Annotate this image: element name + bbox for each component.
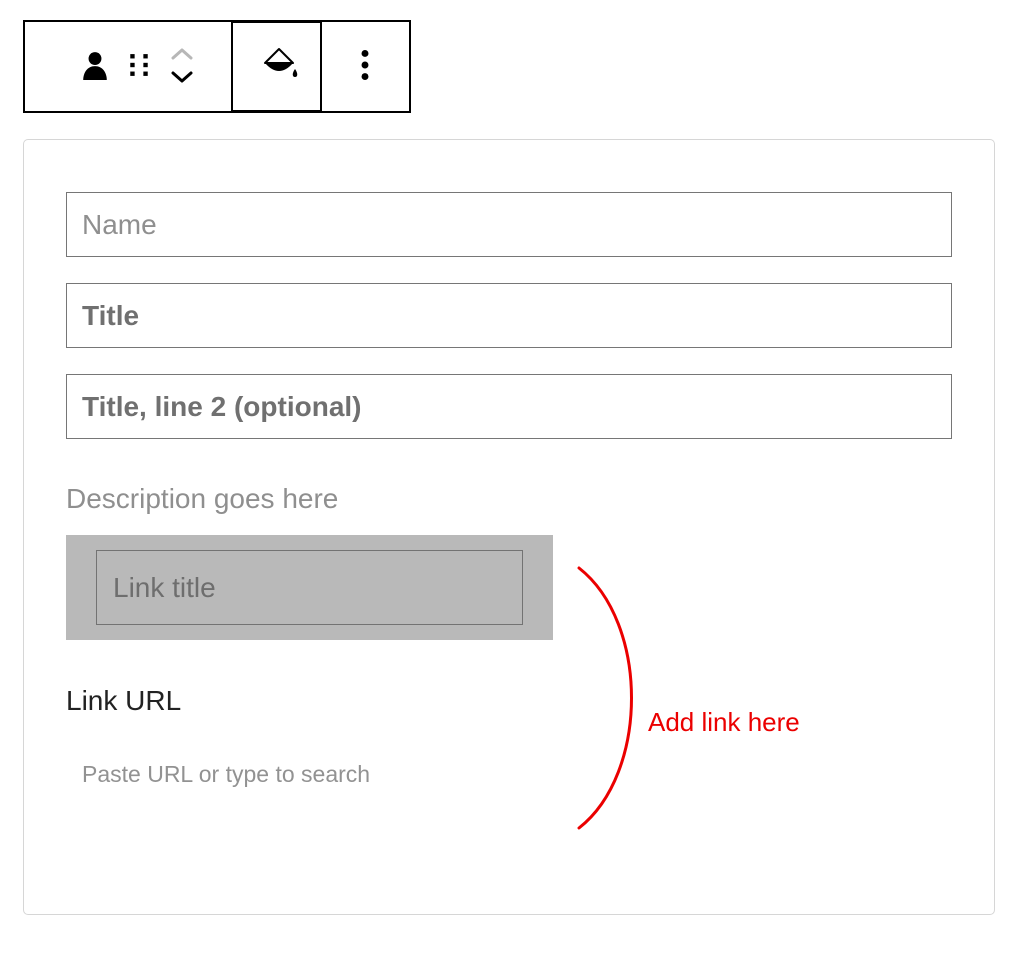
person-icon[interactable] (82, 50, 108, 83)
title-field[interactable] (66, 283, 952, 348)
link-url-field[interactable] (66, 751, 506, 798)
description-placeholder[interactable]: Description goes here (66, 483, 952, 515)
move-up-button[interactable] (170, 47, 194, 64)
link-title-container (66, 535, 553, 640)
title-line-2-field[interactable] (66, 374, 952, 439)
name-field[interactable] (66, 192, 952, 257)
more-options-button[interactable] (361, 50, 369, 83)
block-content-panel: Description goes here Link URL Add link … (23, 139, 995, 915)
drag-handle-icon[interactable] (128, 53, 150, 80)
paint-bucket-icon[interactable] (255, 45, 299, 88)
link-url-label: Link URL (66, 685, 952, 717)
move-down-button[interactable] (170, 70, 194, 87)
link-title-field[interactable] (96, 550, 523, 625)
block-toolbar (23, 20, 411, 113)
